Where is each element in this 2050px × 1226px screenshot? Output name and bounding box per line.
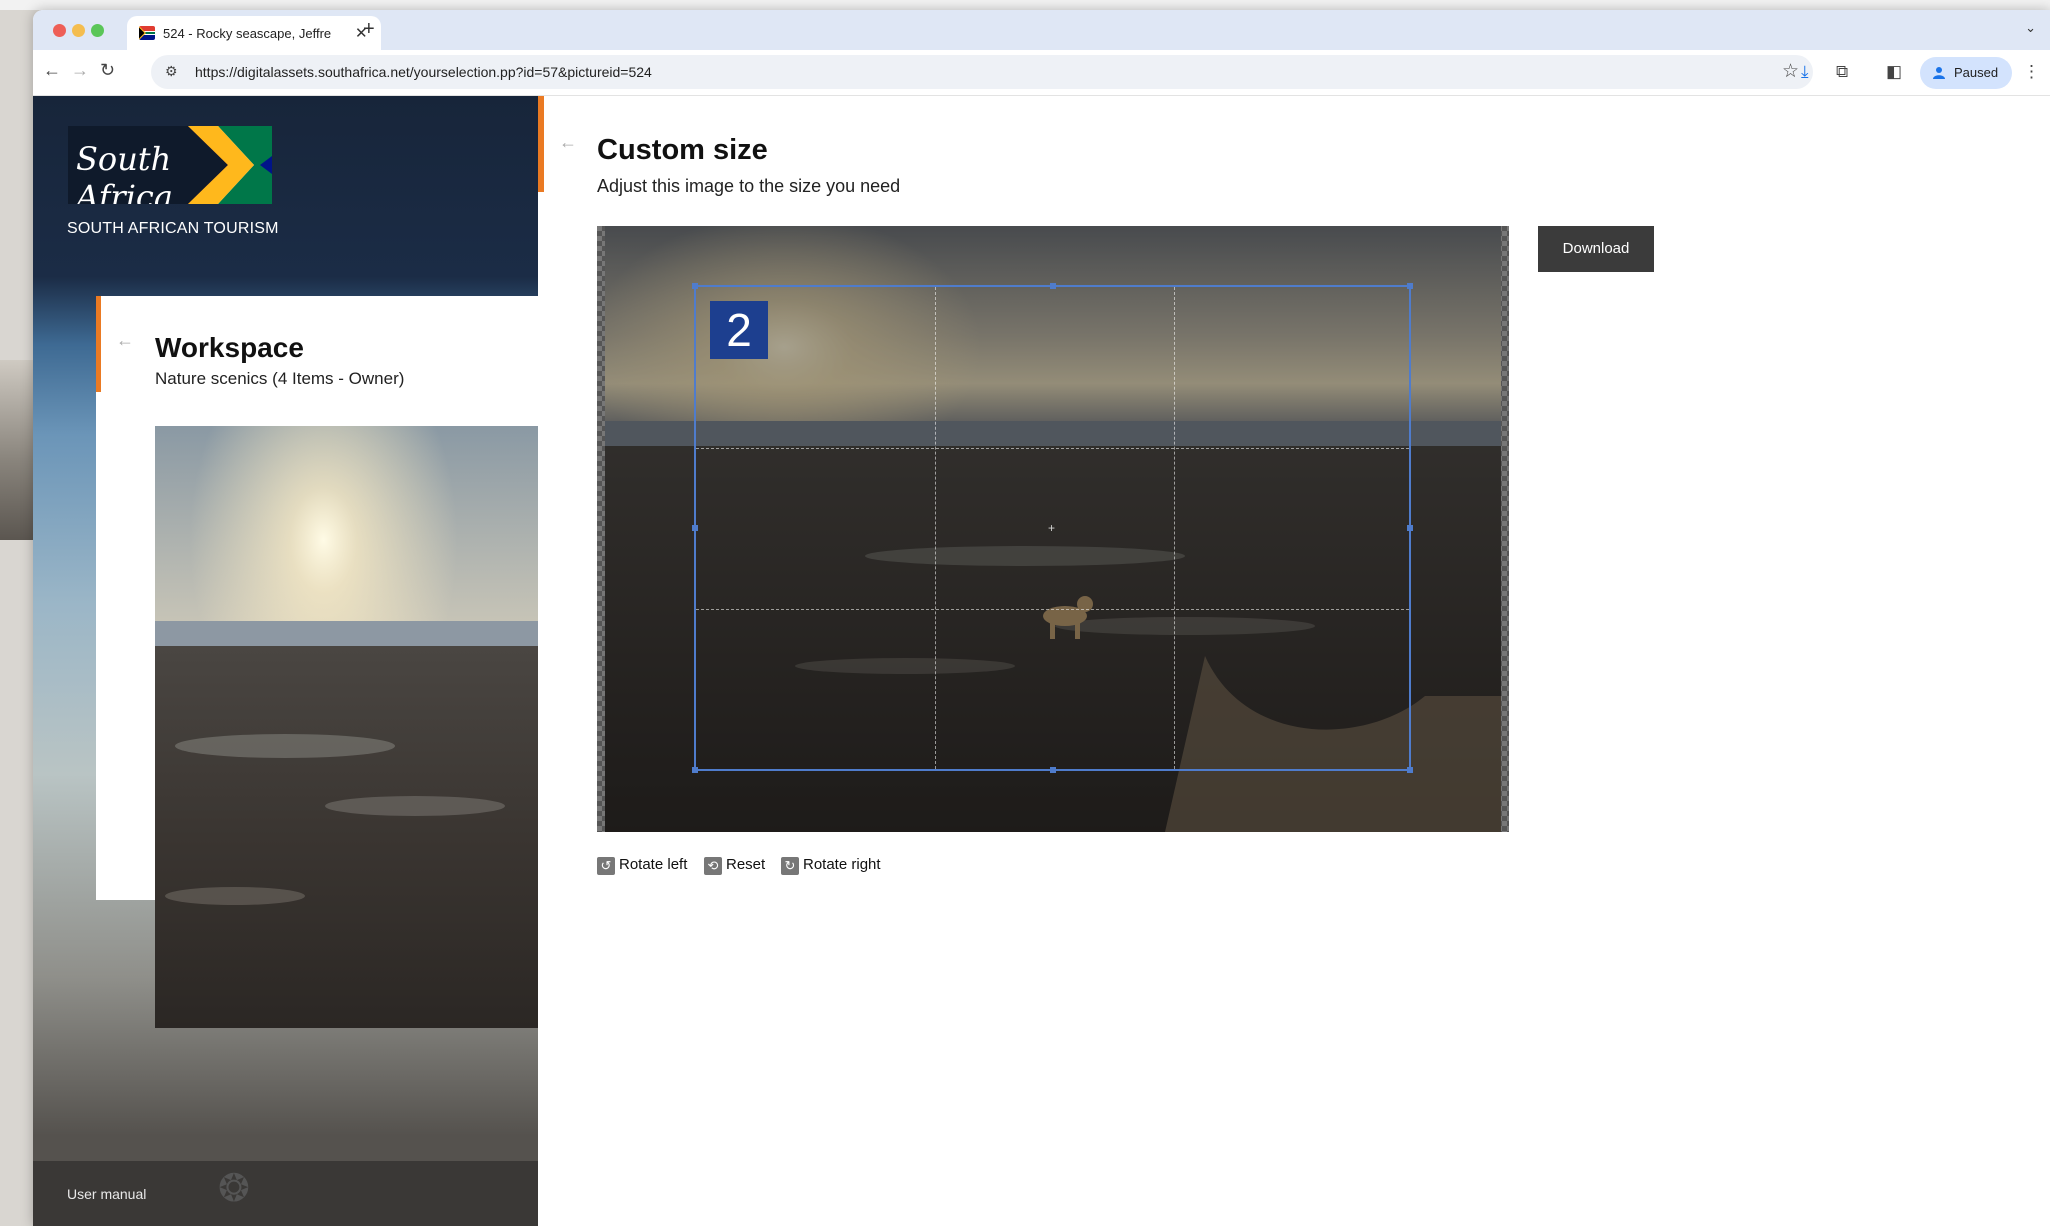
crop-guide-line xyxy=(1174,287,1175,769)
new-tab-button[interactable]: + xyxy=(363,18,375,41)
reset-label: Reset xyxy=(726,856,766,873)
browser-toolbar: ← → ↻ ⚙ https://digitalassets.southafric… xyxy=(33,50,2050,96)
crop-guide-line xyxy=(696,609,1409,610)
site-info-icon[interactable]: ⚙ xyxy=(165,63,178,80)
download-button[interactable]: Download xyxy=(1538,226,1654,272)
crop-guide-line xyxy=(935,287,936,769)
logo-tagline: SOUTH AFRICAN TOURISM xyxy=(67,220,279,237)
page-content: South Africa SOUTH AFRICAN TOURISM ← Wor… xyxy=(33,96,2050,1226)
downloads-icon[interactable]: ⤓ xyxy=(1801,62,1809,82)
crop-handle-w[interactable] xyxy=(692,525,698,531)
forward-icon[interactable]: → xyxy=(71,60,89,81)
user-manual-link[interactable]: User manual xyxy=(67,1186,146,1202)
minimize-window-button[interactable] xyxy=(72,24,85,37)
rotate-right-label: Rotate right xyxy=(803,856,881,873)
tab-title: 524 - Rocky seascape, Jeffre xyxy=(163,26,332,41)
profile-button[interactable]: Paused xyxy=(1920,57,2012,89)
south-africa-logo[interactable]: South Africa xyxy=(68,126,272,204)
background-window xyxy=(0,360,34,540)
crop-handle-n[interactable] xyxy=(1050,283,1056,289)
back-arrow-icon[interactable]: ← xyxy=(116,330,134,351)
desktop-backdrop xyxy=(0,0,2050,10)
profile-label: Paused xyxy=(1954,65,1999,80)
url-text[interactable]: https://digitalassets.southafrica.net/yo… xyxy=(195,64,652,80)
reset-icon: ⟲ xyxy=(704,857,722,875)
logo-script-text: South Africa xyxy=(76,140,173,204)
crop-center-icon: + xyxy=(1048,521,1056,535)
crop-handle-s[interactable] xyxy=(1050,767,1056,773)
tab-strip: 524 - Rocky seascape, Jeffre ✕ + ⌄ xyxy=(33,10,2050,50)
workspace-subtitle: Nature scenics (4 Items - Owner) xyxy=(155,369,405,388)
zoom-window-button[interactable] xyxy=(91,24,104,37)
workspace-panel: ← Workspace Nature scenics (4 Items - Ow… xyxy=(96,296,538,1028)
close-window-button[interactable] xyxy=(53,24,66,37)
address-bar[interactable]: ⚙ https://digitalassets.southafrica.net/… xyxy=(151,55,1813,89)
extensions-icon[interactable]: ⧉ xyxy=(1836,62,1848,82)
browser-window: 524 - Rocky seascape, Jeffre ✕ + ⌄ ← → ↻… xyxy=(33,10,2050,1226)
workspace-title: Workspace xyxy=(155,332,304,363)
reload-icon[interactable]: ↻ xyxy=(100,60,115,81)
crop-guide-line xyxy=(696,448,1409,449)
bookmark-star-icon[interactable]: ☆ xyxy=(1782,60,1799,83)
person-icon xyxy=(1933,67,1945,79)
menu-icon[interactable]: ⋮ xyxy=(2023,62,2040,82)
workspace-accent-bar xyxy=(96,296,101,392)
crop-step-badge: 2 xyxy=(710,301,768,359)
rotate-left-label: Rotate left xyxy=(619,856,688,873)
crop-handle-se[interactable] xyxy=(1407,767,1413,773)
south-africa-flag-icon xyxy=(139,26,155,40)
page-title: Custom size xyxy=(597,134,768,166)
back-icon[interactable]: ← xyxy=(43,60,61,81)
image-cropper[interactable]: + 2 xyxy=(597,226,1509,832)
page-subtitle: Adjust this image to the size you need xyxy=(597,176,901,196)
crop-handle-nw[interactable] xyxy=(692,283,698,289)
crop-selection-box[interactable]: + 2 xyxy=(692,283,1413,773)
crop-handle-ne[interactable] xyxy=(1407,283,1413,289)
back-arrow-icon[interactable]: ← xyxy=(559,132,577,153)
workspace-thumbnail[interactable] xyxy=(155,426,538,1028)
tab-search-icon[interactable]: ⌄ xyxy=(2025,20,2036,36)
rotate-left-icon: ↺ xyxy=(597,857,615,875)
rotate-right-icon: ↻ xyxy=(781,857,799,875)
lion-emblem-icon: ❂ xyxy=(218,1168,250,1210)
tab-active[interactable]: 524 - Rocky seascape, Jeffre ✕ xyxy=(127,16,381,50)
side-panel-icon[interactable]: ◧ xyxy=(1886,62,1902,82)
crop-handle-sw[interactable] xyxy=(692,767,698,773)
crop-handle-e[interactable] xyxy=(1407,525,1413,531)
main-accent-bar xyxy=(538,96,544,192)
